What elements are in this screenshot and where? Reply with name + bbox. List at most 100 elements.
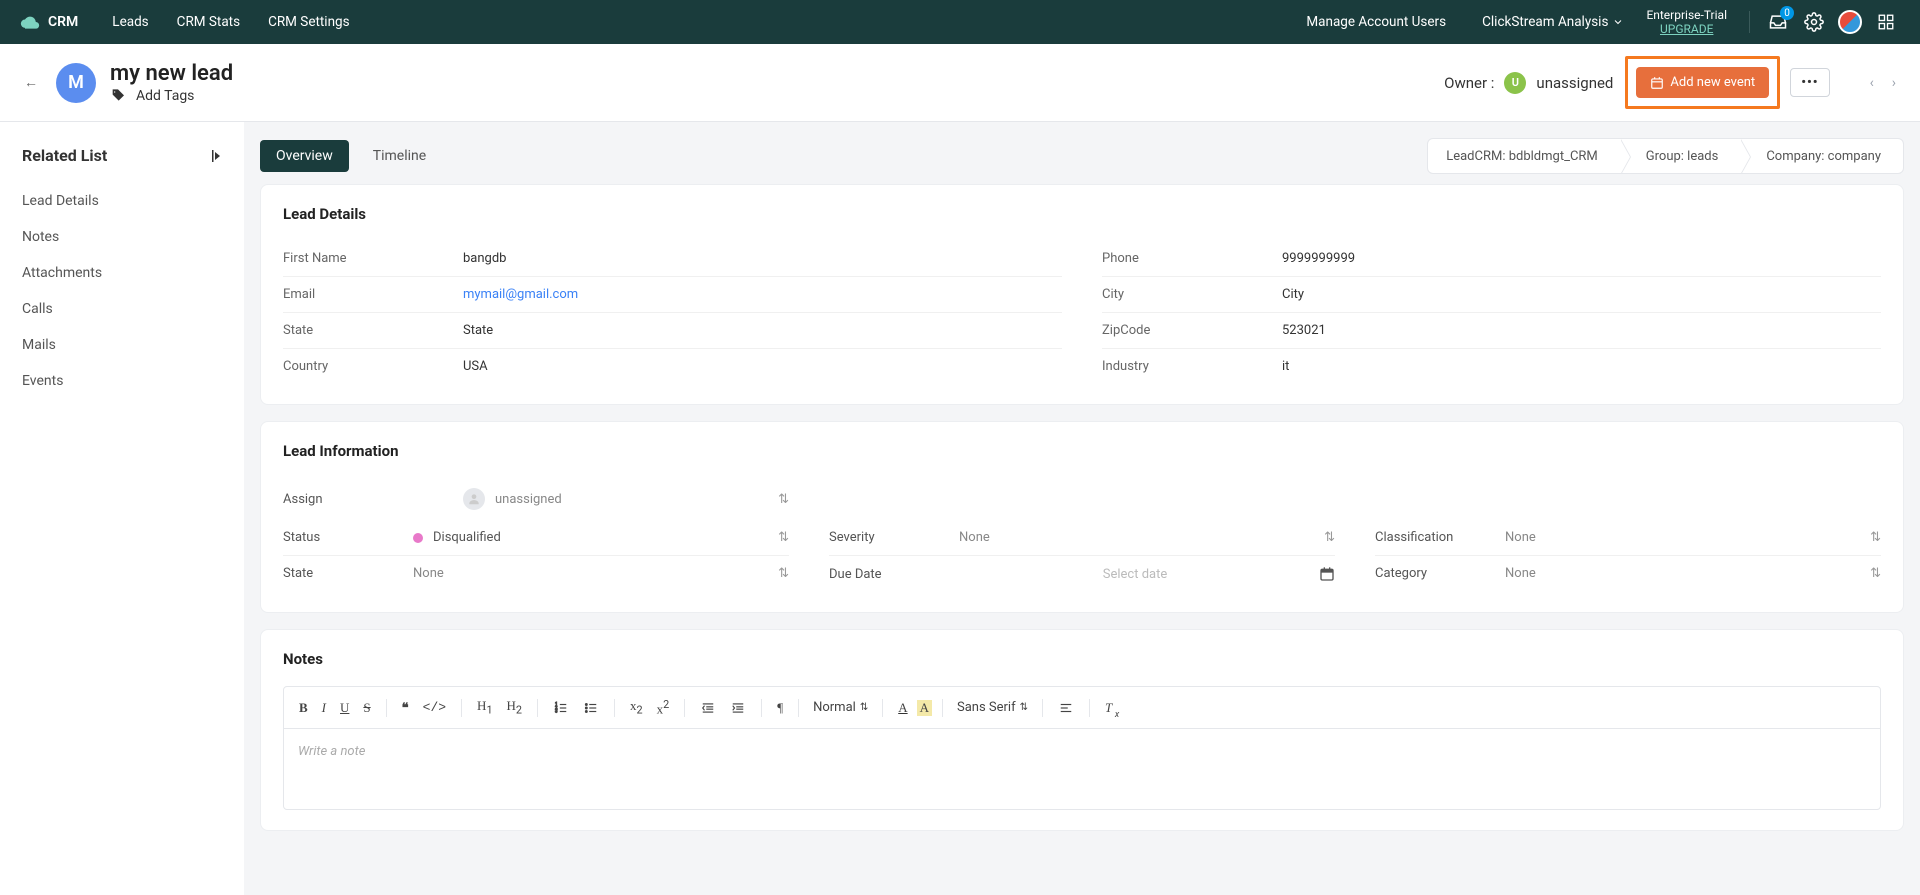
sidebar-item-mails[interactable]: Mails	[22, 327, 222, 363]
enterprise-trial: Enterprise-Trial UPGRADE	[1646, 8, 1727, 37]
gear-icon[interactable]	[1800, 8, 1828, 36]
chevron-down-icon	[1612, 16, 1624, 28]
lead-information-card: Lead Information Assign unassigned ⇅	[260, 421, 1904, 613]
nav-clickstream[interactable]: ClickStream Analysis	[1468, 14, 1638, 30]
top-nav: CRM Leads CRM Stats CRM Settings Manage …	[0, 0, 1920, 44]
city-value: City	[1282, 287, 1881, 302]
industry-value: it	[1282, 359, 1881, 374]
sidebar-item-calls[interactable]: Calls	[22, 291, 222, 327]
page-header: ← M my new lead Add Tags Owner : U unass…	[0, 44, 1920, 122]
status-dot-icon	[413, 533, 423, 543]
underline-button[interactable]: U	[335, 697, 354, 719]
bold-button[interactable]: B	[294, 697, 313, 719]
next-lead-button[interactable]: ›	[1892, 75, 1896, 91]
apps-icon[interactable]	[1872, 8, 1900, 36]
font-select[interactable]: Sans Serif ⇅	[953, 698, 1032, 717]
brand[interactable]: CRM	[20, 12, 78, 32]
sidebar-item-events[interactable]: Events	[22, 363, 222, 399]
prev-lead-button[interactable]: ‹	[1870, 75, 1874, 91]
owner-name: unassigned	[1536, 74, 1613, 92]
lead-avatar: M	[56, 63, 96, 103]
sidebar: Related List Lead Details Notes Attachme…	[0, 122, 244, 895]
code-button[interactable]: </>	[418, 697, 451, 718]
breadcrumb: LeadCRM: bdbldmgt_CRM Group: leads Compa…	[1427, 138, 1904, 174]
crumb-leadcrm[interactable]: LeadCRM: bdbldmgt_CRM	[1428, 139, 1620, 173]
upgrade-link[interactable]: UPGRADE	[1646, 22, 1727, 36]
state-value: State	[463, 323, 1062, 338]
state-select-row[interactable]: State None ⇅	[283, 556, 789, 591]
ordered-list-button[interactable]: 123	[548, 698, 574, 718]
classification-row[interactable]: Classification None ⇅	[1375, 520, 1881, 556]
notes-textarea[interactable]: Write a note	[284, 729, 1880, 809]
size-select[interactable]: Normal ⇅	[809, 698, 872, 717]
due-date-row[interactable]: Due Date Select date	[829, 556, 1335, 592]
notes-editor: B I U S ❝ </> H1 H2 123 x2 x2	[283, 686, 1881, 810]
indent-button[interactable]	[725, 698, 751, 718]
lead-details-card: Lead Details First Namebangdb Emailmymai…	[260, 184, 1904, 405]
sort-icon: ⇅	[1870, 566, 1881, 581]
sort-icon: ⇅	[1870, 530, 1881, 545]
lead-details-heading: Lead Details	[283, 205, 1881, 223]
clear-format-button[interactable]: Tx	[1100, 697, 1117, 719]
avatar[interactable]	[1836, 8, 1864, 36]
status-row[interactable]: Status Disqualified ⇅	[283, 520, 789, 556]
collapse-icon[interactable]	[212, 150, 222, 162]
quote-button[interactable]: ❝	[397, 697, 414, 719]
h2-button[interactable]: H2	[502, 695, 527, 720]
nav-crm-stats[interactable]: CRM Stats	[163, 14, 254, 30]
sort-icon: ⇅	[778, 492, 789, 507]
owner-avatar: U	[1504, 72, 1526, 94]
tab-overview[interactable]: Overview	[260, 140, 349, 172]
owner-display: Owner : U unassigned	[1444, 72, 1613, 94]
user-icon	[463, 488, 485, 510]
crumb-group[interactable]: Group: leads	[1620, 139, 1741, 173]
lead-info-heading: Lead Information	[283, 442, 1881, 460]
nav-leads[interactable]: Leads	[98, 14, 162, 30]
category-row[interactable]: Category None ⇅	[1375, 556, 1881, 591]
country-value: USA	[463, 359, 1062, 374]
italic-button[interactable]: I	[317, 697, 331, 719]
align-button[interactable]	[1053, 698, 1079, 718]
crumb-company[interactable]: Company: company	[1740, 139, 1903, 173]
superscript-button[interactable]: x2	[652, 695, 675, 720]
more-button[interactable]: •••	[1790, 68, 1829, 97]
first-name-value: bangdb	[463, 251, 1062, 266]
sidebar-item-attachments[interactable]: Attachments	[22, 255, 222, 291]
unordered-list-button[interactable]	[578, 698, 604, 718]
sort-icon: ⇅	[778, 530, 789, 545]
strike-button[interactable]: S	[358, 697, 375, 719]
calendar-icon[interactable]	[1319, 566, 1335, 582]
tag-icon	[110, 88, 126, 104]
back-button[interactable]: ←	[24, 74, 38, 91]
brand-label: CRM	[48, 14, 78, 30]
nav-manage-users[interactable]: Manage Account Users	[1292, 14, 1460, 30]
direction-button[interactable]: ¶	[772, 697, 788, 719]
notes-card: Notes B I U S ❝ </> H1 H2 123	[260, 629, 1904, 831]
editor-toolbar: B I U S ❝ </> H1 H2 123 x2 x2	[284, 687, 1880, 729]
zipcode-value: 523021	[1282, 323, 1881, 338]
add-event-button[interactable]: Add new event	[1636, 67, 1769, 98]
sidebar-item-lead-details[interactable]: Lead Details	[22, 183, 222, 219]
cloud-icon	[20, 12, 40, 32]
severity-row[interactable]: Severity None ⇅	[829, 520, 1335, 556]
subscript-button[interactable]: x2	[625, 695, 648, 720]
text-color-button[interactable]: A	[893, 697, 912, 719]
tab-timeline[interactable]: Timeline	[357, 140, 442, 172]
h1-button[interactable]: H1	[472, 695, 497, 720]
notes-heading: Notes	[283, 650, 1881, 668]
add-tags-button[interactable]: Add Tags	[136, 88, 194, 104]
related-list-heading: Related List	[22, 146, 222, 165]
tabs: Overview Timeline	[260, 140, 442, 172]
calendar-icon	[1650, 76, 1664, 90]
email-value[interactable]: mymail@gmail.com	[463, 287, 1062, 302]
sort-icon: ⇅	[1324, 530, 1335, 545]
phone-value: 9999999999	[1282, 251, 1881, 266]
outdent-button[interactable]	[695, 698, 721, 718]
sort-icon: ⇅	[778, 566, 789, 581]
sidebar-item-notes[interactable]: Notes	[22, 219, 222, 255]
nav-crm-settings[interactable]: CRM Settings	[254, 14, 364, 30]
inbox-icon[interactable]: 0	[1764, 8, 1792, 36]
highlight-button[interactable]: A	[917, 700, 932, 716]
assign-row[interactable]: Assign unassigned ⇅	[283, 478, 789, 520]
svg-text:3: 3	[555, 708, 558, 713]
